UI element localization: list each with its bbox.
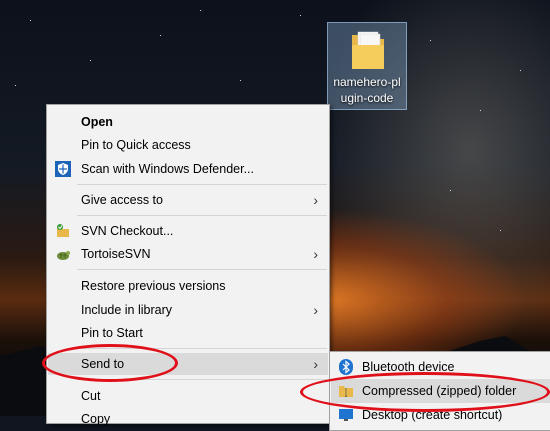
menu-item-label: Restore previous versions — [81, 279, 226, 293]
star — [300, 15, 301, 16]
menu-item-svn-checkout[interactable]: SVN Checkout... — [48, 220, 328, 242]
menu-item-copy[interactable]: Copy — [48, 408, 328, 430]
star — [30, 20, 31, 21]
menu-item-label: Send to — [81, 357, 125, 371]
send-to-submenu: Bluetooth device Compressed (zipped) fol… — [329, 351, 550, 431]
menu-item-label: Cut — [81, 389, 101, 403]
svn-checkout-icon — [57, 224, 69, 237]
menu-item-send-to[interactable]: Send to › — [48, 353, 328, 375]
menu-separator — [77, 348, 327, 349]
submenu-item-label: Desktop (create shortcut) — [362, 408, 503, 422]
submenu-item-bluetooth-device[interactable]: Bluetooth device — [331, 355, 550, 379]
submenu-item-label: Bluetooth device — [362, 360, 455, 374]
windows-defender-icon — [55, 161, 71, 177]
submenu-item-desktop-shortcut[interactable]: Desktop (create shortcut) — [331, 403, 550, 427]
tortoisesvn-icon — [57, 251, 70, 260]
bluetooth-icon — [339, 359, 353, 375]
menu-item-label: Pin to Quick access — [81, 138, 191, 152]
menu-item-tortoisesvn[interactable]: TortoiseSVN › — [48, 243, 328, 265]
star — [480, 110, 481, 111]
menu-item-label: Open — [81, 115, 113, 129]
star — [15, 85, 16, 86]
star — [500, 230, 501, 231]
menu-item-pin-to-start[interactable]: Pin to Start — [48, 322, 328, 344]
menu-item-label: TortoiseSVN — [81, 247, 151, 261]
desktop-folder[interactable]: namehero-plugin-code — [327, 22, 407, 110]
menu-separator — [77, 184, 327, 185]
chevron-right-icon: › — [313, 356, 318, 372]
folder-icon — [352, 31, 384, 69]
star — [90, 60, 91, 61]
desktop-icon — [339, 409, 353, 421]
chevron-right-icon: › — [313, 246, 318, 262]
menu-item-label: Include in library — [81, 303, 173, 317]
menu-item-give-access-to[interactable]: Give access to › — [48, 189, 328, 211]
menu-item-label: Give access to — [81, 193, 163, 207]
star — [450, 190, 451, 191]
menu-item-include-in-library[interactable]: Include in library › — [48, 299, 328, 321]
menu-item-label: Scan with Windows Defender... — [81, 162, 254, 176]
chevron-right-icon: › — [313, 192, 318, 208]
star — [160, 35, 161, 36]
star — [200, 10, 201, 11]
submenu-item-label: Compressed (zipped) folder — [362, 384, 517, 398]
star — [520, 70, 521, 71]
menu-item-label: Copy — [81, 412, 111, 426]
context-menu: Open Pin to Quick access Scan with Windo… — [46, 104, 330, 426]
desktop-folder-label: namehero-plugin-code — [333, 75, 401, 105]
star — [430, 40, 431, 41]
star — [240, 80, 241, 81]
submenu-item-compressed-folder[interactable]: Compressed (zipped) folder — [331, 379, 550, 403]
menu-item-open[interactable]: Open — [48, 111, 328, 133]
menu-separator — [77, 215, 327, 216]
menu-item-label: Pin to Start — [81, 326, 143, 340]
menu-item-cut[interactable]: Cut — [48, 385, 328, 407]
zip-folder-icon — [339, 386, 353, 397]
menu-item-label: SVN Checkout... — [81, 224, 174, 238]
menu-separator — [77, 269, 327, 270]
menu-item-pin-to-quick-access[interactable]: Pin to Quick access — [48, 134, 328, 156]
chevron-right-icon: › — [313, 302, 318, 318]
menu-separator — [77, 379, 327, 380]
menu-item-scan-with-defender[interactable]: Scan with Windows Defender... — [48, 158, 328, 180]
menu-item-restore-previous-versions[interactable]: Restore previous versions — [48, 275, 328, 297]
